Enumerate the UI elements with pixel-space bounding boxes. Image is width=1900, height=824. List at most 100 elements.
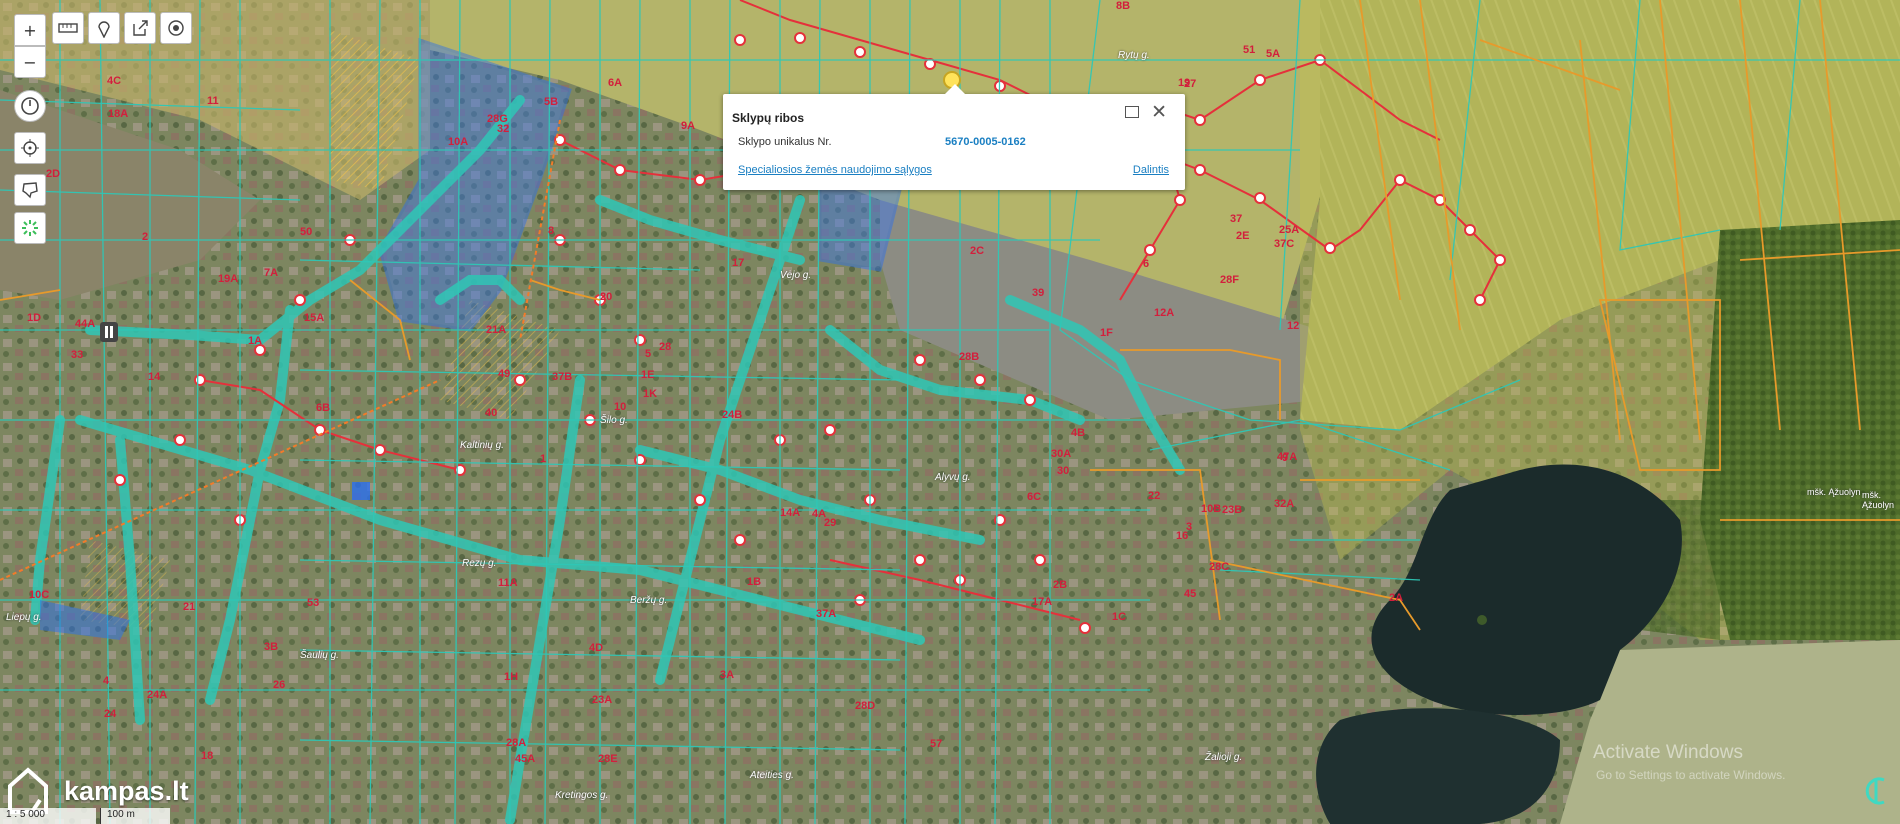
- zoom-out-button[interactable]: −: [14, 46, 46, 78]
- measure-button[interactable]: [52, 12, 84, 44]
- parcel-number: 11: [207, 95, 219, 107]
- parcel-number: 15A: [304, 312, 325, 324]
- lasso-select-button[interactable]: [14, 174, 46, 206]
- parcel-number: 30: [1057, 465, 1070, 477]
- parcel-number: 51: [1243, 44, 1256, 56]
- marker-button[interactable]: [88, 12, 120, 44]
- road-label: Rezų g.: [462, 558, 497, 569]
- zoom-in-button[interactable]: +: [14, 14, 46, 46]
- parcel-number: 8B: [1116, 0, 1131, 12]
- spinner-icon: [22, 220, 38, 236]
- parcel-number: 1B: [747, 576, 762, 588]
- crosshair-icon: [21, 139, 39, 157]
- parcel-number: 21: [183, 601, 196, 613]
- parcel-number: 14A: [780, 507, 801, 519]
- scale-distance: 100 m: [100, 808, 170, 824]
- parcel-number: 28: [659, 341, 672, 353]
- road-label: Alyvų g.: [935, 472, 971, 483]
- parcel-number: 17: [732, 257, 745, 269]
- parcel-number: 47A: [1277, 451, 1298, 463]
- locate-button[interactable]: [14, 132, 46, 164]
- parcel-number: 14: [148, 371, 161, 383]
- parcel-number: 50: [300, 226, 313, 238]
- parcel-number: 24A: [147, 689, 168, 701]
- parcel-number: 4C: [107, 75, 122, 87]
- parcel-number: 3B: [264, 641, 279, 653]
- parcel-number: 16: [1176, 530, 1189, 542]
- parcel-number: 6B: [316, 402, 331, 414]
- parcel-number: 28A: [506, 737, 527, 749]
- parcel-number: 28C: [1209, 561, 1230, 573]
- road-label: Beržų g.: [630, 595, 668, 606]
- parcel-number: 4: [103, 675, 110, 687]
- parcel-number: 9A: [681, 120, 696, 132]
- road-label: Šilo g.: [600, 415, 628, 426]
- parcel-number: 5A: [1266, 48, 1281, 60]
- export-button[interactable]: [124, 12, 156, 44]
- parcel-number: 3A: [720, 669, 735, 681]
- parcel-number: 33: [71, 349, 84, 361]
- close-icon[interactable]: ✕: [1151, 101, 1167, 123]
- parcel-number: 12A: [1154, 307, 1175, 319]
- parcel-number: 1K: [643, 388, 658, 400]
- parcel-number: 57: [930, 738, 943, 750]
- parcel-number: 37: [1230, 213, 1243, 225]
- parcel-number: 5B: [544, 96, 559, 108]
- parcel-number: 12: [1287, 320, 1300, 332]
- lasso-icon: [22, 182, 38, 199]
- parcel-number: 1D: [27, 312, 42, 324]
- history-button[interactable]: [14, 90, 46, 122]
- road-label: Šaulių g.: [300, 650, 339, 661]
- parcel-number: 10B: [1201, 503, 1222, 515]
- parcel-number: 18A: [108, 108, 129, 120]
- parcel-number: 28E: [598, 753, 618, 765]
- road-label: Liepų g.: [6, 612, 42, 623]
- pin-icon: [98, 21, 110, 38]
- parcel-number: 6: [1143, 258, 1150, 270]
- parcel-number: 25A: [1279, 224, 1300, 236]
- parcel-number: 49: [498, 368, 511, 380]
- place-label-forest: mšk. Ąžuolyn: [1807, 487, 1861, 497]
- brand-name: kampas.lt: [64, 775, 189, 806]
- parcel-number: 17A: [1032, 596, 1053, 608]
- plus-icon: +: [23, 20, 37, 40]
- parcel-number: 20: [600, 291, 613, 303]
- parcel-number: 45A: [515, 753, 536, 765]
- parcel-number: 18: [201, 750, 214, 762]
- parcel-number: 19A: [218, 273, 239, 285]
- minus-icon: −: [23, 52, 37, 72]
- parcel-number: 6A: [608, 77, 623, 89]
- parcel-number: 24B: [722, 409, 743, 421]
- maximize-icon[interactable]: [1125, 106, 1139, 118]
- parcel-number: 6C: [1027, 491, 1042, 503]
- parcel-id-value: 5670-0005-0162: [945, 136, 1026, 148]
- parcel-number: 28F: [1220, 274, 1239, 286]
- parcel-number: 4B: [1071, 427, 1086, 439]
- road-label: Kaltinių g.: [460, 440, 504, 451]
- parcel-number: 2C: [970, 245, 985, 257]
- parcel-number: 1E: [641, 369, 655, 381]
- target-button[interactable]: [160, 12, 192, 44]
- parcel-number: 2B: [1053, 579, 1068, 591]
- share-link[interactable]: Dalintis: [1133, 164, 1169, 176]
- parcel-number: 45: [1184, 588, 1197, 600]
- parcel-number: 44A: [75, 318, 96, 330]
- parcel-number: 37A: [816, 608, 837, 620]
- parcel-number: 24: [104, 708, 117, 720]
- corner-logo: [1862, 774, 1892, 813]
- parcel-number: 1F: [1100, 327, 1113, 339]
- target-icon: [168, 20, 184, 36]
- parcel-number: 23B: [1222, 504, 1243, 516]
- parcel-number: 21A: [486, 324, 507, 336]
- parcel-number: 1H: [504, 671, 519, 683]
- parcel-number: 22: [1148, 490, 1161, 502]
- parcel-number: 2D: [46, 168, 61, 180]
- parcel-info-popup: Sklypų ribos ✕ Sklypo unikalus Nr. 5670-…: [723, 84, 1185, 190]
- parcel-number: 4A: [812, 508, 827, 520]
- parcel-number: 1: [540, 453, 547, 465]
- road-label: Ateities g.: [750, 770, 794, 781]
- loading-button[interactable]: [14, 212, 46, 244]
- parcel-number: 11A: [498, 577, 518, 589]
- land-use-conditions-link[interactable]: Specialiosios žemės naudojimo sąlygos: [738, 164, 932, 176]
- parcel-number: 28B: [959, 351, 980, 363]
